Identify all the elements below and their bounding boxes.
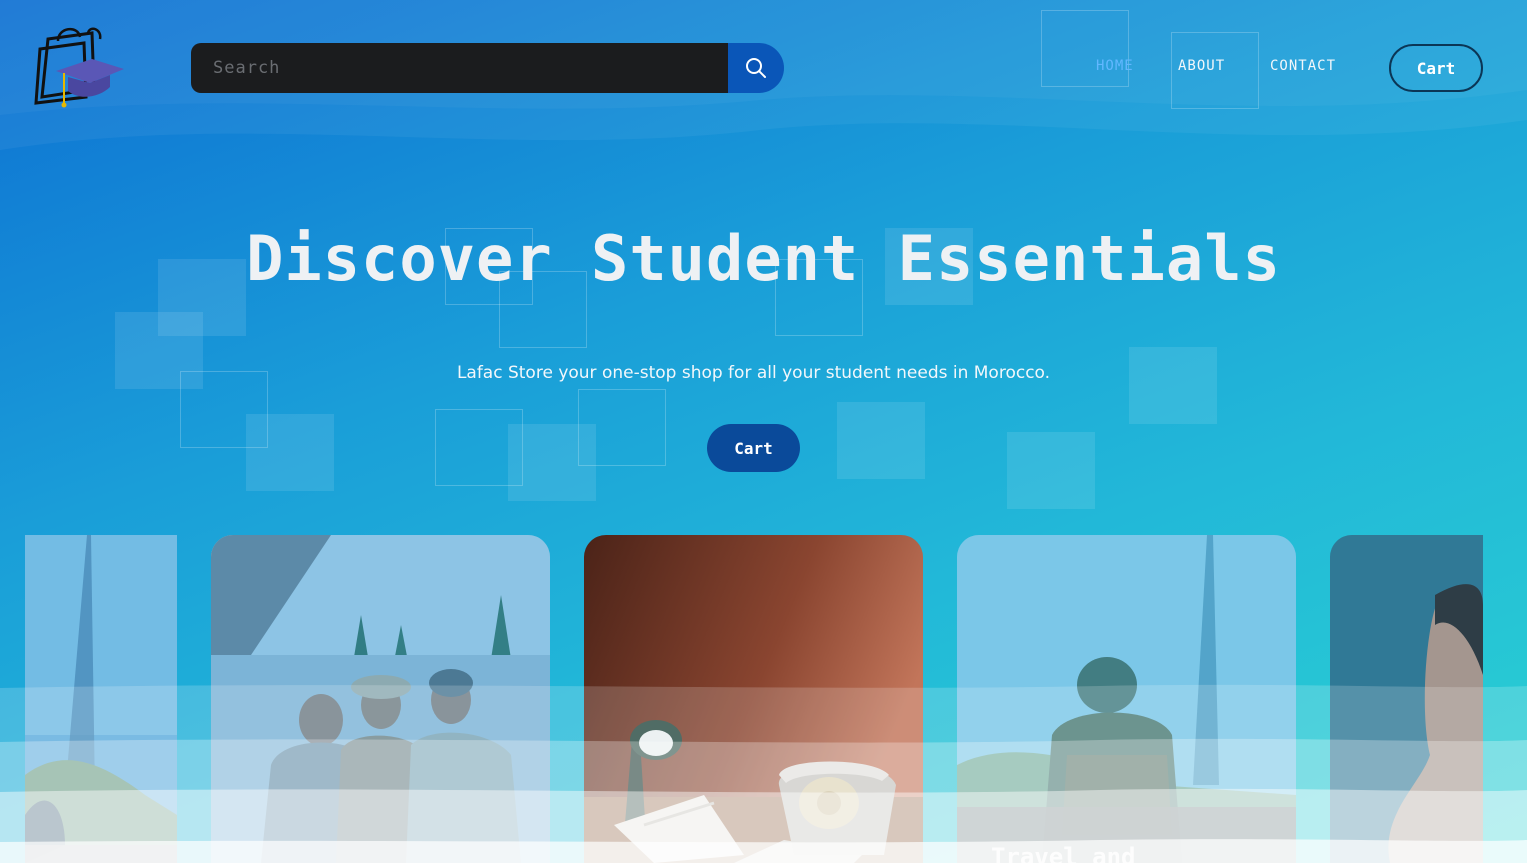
product-card[interactable]: [584, 535, 923, 863]
card-caption: Travel and: [957, 807, 1296, 863]
decor-square: [1129, 347, 1217, 424]
search-bar: [191, 43, 784, 93]
nav-contact-link[interactable]: CONTACT: [1270, 58, 1336, 74]
card-caption: [25, 845, 177, 863]
product-card[interactable]: [1330, 535, 1483, 863]
decor-square: [246, 414, 334, 491]
product-card[interactable]: Travel and: [957, 535, 1296, 863]
decor-square: [508, 424, 596, 501]
decor-square: [1007, 432, 1095, 509]
decor-square: [837, 402, 925, 479]
hero-cart-button[interactable]: Cart: [707, 424, 800, 472]
search-icon: [746, 58, 766, 78]
hero-title: Discover Student Essentials: [246, 222, 1281, 295]
hero-subtitle: Lafac Store your one-stop shop for all y…: [456, 363, 1051, 383]
product-card[interactable]: [211, 535, 550, 863]
nav-home-link[interactable]: HOME: [1096, 58, 1134, 74]
search-input[interactable]: [191, 43, 728, 93]
decor-square: [1041, 10, 1129, 87]
store-logo-icon[interactable]: [34, 27, 126, 111]
product-card[interactable]: [25, 535, 177, 863]
search-button[interactable]: [728, 43, 784, 93]
header-cart-button[interactable]: Cart: [1389, 44, 1483, 92]
card-image: [584, 535, 923, 863]
nav-about-link[interactable]: ABOUT: [1178, 58, 1225, 74]
background-wave: [0, 0, 1527, 150]
